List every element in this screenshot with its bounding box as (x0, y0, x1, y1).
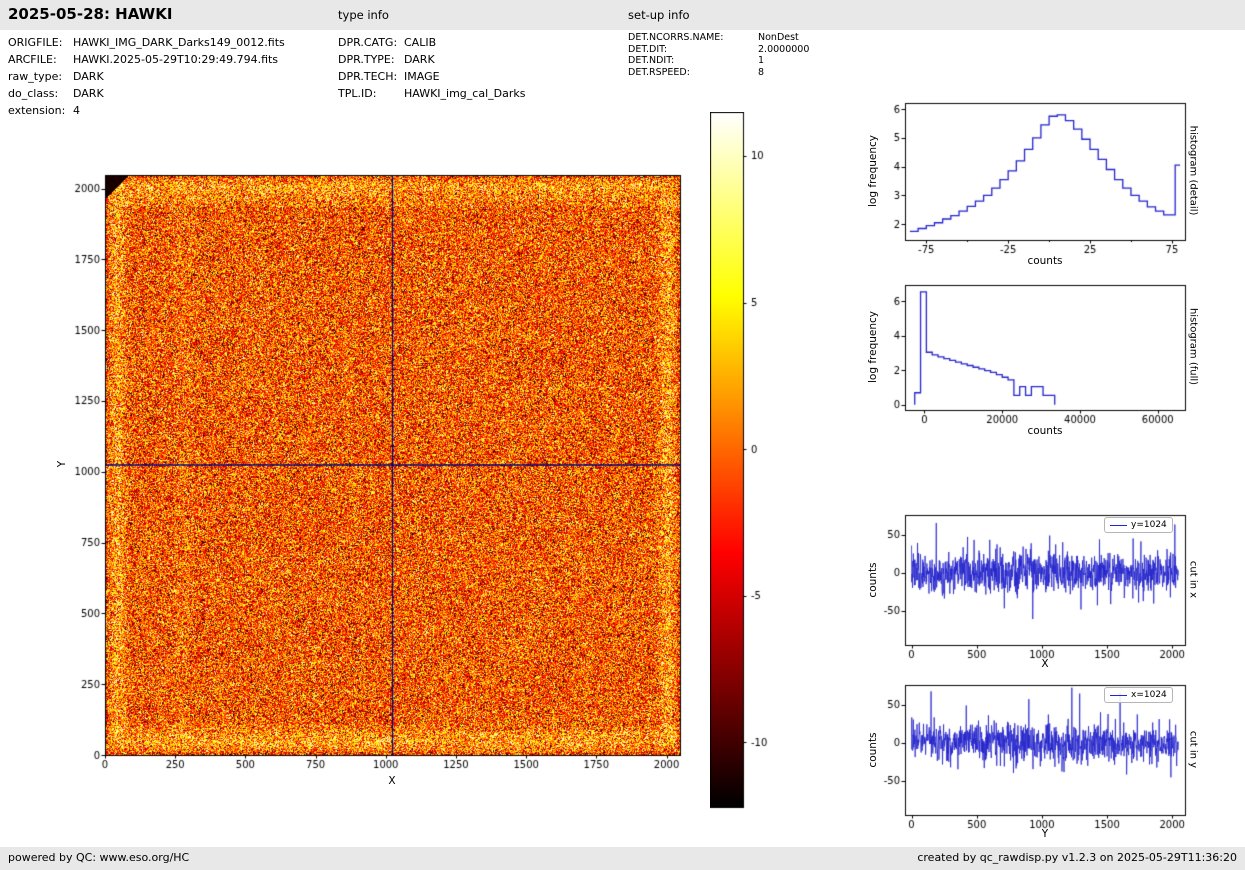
type-info-heading: type info (338, 8, 389, 22)
type-info-list: DPR.CATG: CALIB DPR.TYPE: DARK DPR.TECH: IMAG… (338, 34, 525, 102)
info-row: ARCFILE: HAWKI.2025-05-29T10:29:49.794.fi… (8, 51, 285, 68)
info-row: extension: 4 (8, 102, 285, 119)
info-value: NonDest (758, 32, 799, 43)
main-xlabel: X (388, 775, 396, 787)
file-info-list: ORIGFILE: HAWKI_IMG_DARK_Darks149_0012.fi… (8, 34, 285, 119)
info-label: ARCFILE: (8, 53, 57, 66)
info-label: ORIGFILE: (8, 36, 63, 49)
hist-detail-xlabel: counts (1027, 255, 1063, 267)
info-value: CALIB (404, 36, 437, 49)
info-row: DET.NCORRS.NAME: NonDest (628, 32, 809, 44)
qc-report-page: 2025-05-28: HAWKI type info set-up info … (0, 0, 1245, 870)
info-row: raw_type: DARK (8, 68, 285, 85)
cut-x-xlabel: X (1041, 658, 1049, 670)
histogram-detail-chart (870, 95, 1200, 277)
cut-in-y-chart (870, 677, 1200, 852)
info-value: IMAGE (404, 70, 440, 83)
footer-created-by: created by qc_rawdisp.py v1.2.3 on 2025-… (917, 851, 1237, 864)
footer-bar: powered by QC: www.eso.org/HC created by… (0, 847, 1245, 870)
info-label: extension: (8, 104, 66, 117)
info-label: DPR.CATG: (338, 36, 398, 49)
info-row: ORIGFILE: HAWKI_IMG_DARK_Darks149_0012.fi… (8, 34, 285, 51)
histogram-full-chart (870, 277, 1200, 447)
info-row: DPR.CATG: CALIB (338, 34, 525, 51)
info-value: DARK (73, 87, 104, 100)
cut-in-x-chart (870, 507, 1200, 682)
info-label: raw_type: (8, 70, 63, 83)
header-bar: 2025-05-28: HAWKI type info set-up info (0, 0, 1245, 30)
info-label: DET.NDIT: (628, 55, 675, 66)
legend-line-swatch (1110, 524, 1127, 526)
info-label: DET.DIT: (628, 43, 668, 55)
cut-y-legend-label: x=1024 (1131, 690, 1167, 700)
info-label: DPR.TYPE: (338, 53, 395, 66)
cut-y-legend: x=1024 (1104, 687, 1173, 703)
cut-x-side-label: cut in x (1187, 560, 1199, 599)
info-value: 4 (73, 104, 80, 117)
info-row: DPR.TYPE: DARK (338, 51, 525, 68)
hist-detail-ylabel: log frequency (867, 135, 879, 208)
cut-x-legend: y=1024 (1104, 517, 1173, 533)
info-row: DET.NDIT: 1 (628, 55, 809, 67)
info-row: TPL.ID: HAWKI_img_cal_Darks (338, 85, 525, 102)
info-row: DPR.TECH: IMAGE (338, 68, 525, 85)
colorbar (710, 112, 785, 809)
info-value: 1 (758, 55, 765, 66)
info-label: DET.RSPEED: (628, 66, 690, 78)
info-row: DET.DIT: 2.0000000 (628, 44, 809, 56)
info-value: HAWKI_IMG_DARK_Darks149_0012.fits (73, 36, 285, 49)
info-value: DARK (404, 53, 435, 66)
hist-full-xlabel: counts (1027, 425, 1063, 437)
footer-credit: powered by QC: www.eso.org/HC (8, 851, 190, 864)
info-label: DPR.TECH: (338, 70, 398, 83)
info-label: TPL.ID: (338, 87, 377, 100)
info-label: DET.NCORRS.NAME: (628, 32, 724, 43)
cut-x-legend-label: y=1024 (1131, 520, 1167, 530)
legend-line-swatch (1110, 694, 1127, 696)
info-row: DET.RSPEED: 8 (628, 67, 809, 79)
info-value: 8 (758, 66, 765, 78)
hist-full-ylabel: log frequency (867, 311, 879, 384)
main-ylabel: Y (56, 460, 68, 468)
info-value: HAWKI.2025-05-29T10:29:49.794.fits (73, 53, 279, 66)
cut-x-ylabel: counts (867, 562, 879, 598)
info-row: do_class: DARK (8, 85, 285, 102)
dark-frame-heatmap (60, 168, 700, 780)
hist-full-side-label: histogram (full) (1187, 307, 1199, 386)
setup-info-heading: set-up info (628, 8, 690, 22)
info-value: DARK (73, 70, 104, 83)
cut-y-ylabel: counts (867, 732, 879, 768)
cut-y-xlabel: Y (1041, 828, 1049, 840)
cut-y-side-label: cut in y (1187, 730, 1199, 769)
setup-info-list: DET.NCORRS.NAME: NonDest DET.DIT: 2.0000000… (628, 32, 809, 78)
info-value: HAWKI_img_cal_Darks (404, 87, 526, 100)
hist-detail-side-label: histogram (detail) (1187, 125, 1199, 216)
info-value: 2.0000000 (758, 43, 810, 55)
report-title: 2025-05-28: HAWKI (8, 5, 173, 23)
info-label: do_class: (8, 87, 59, 100)
